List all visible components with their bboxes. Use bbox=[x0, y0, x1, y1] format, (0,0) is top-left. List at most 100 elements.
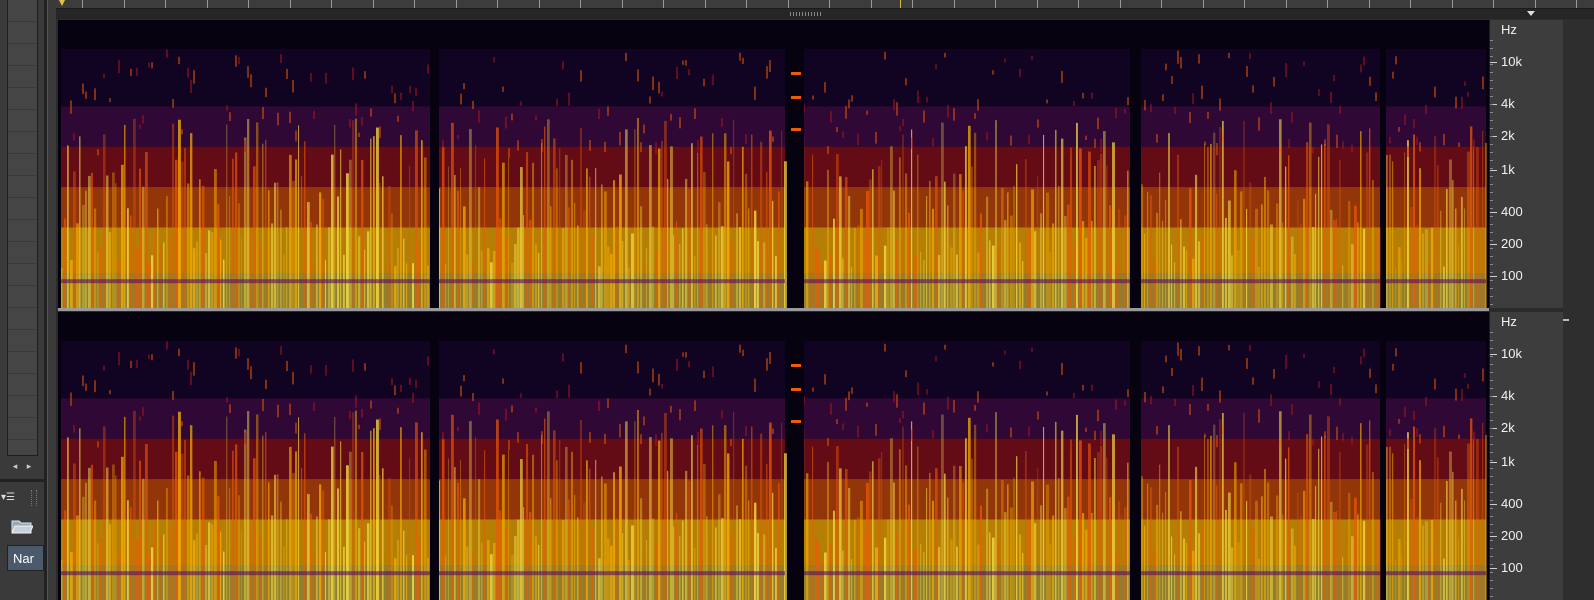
frequency-tick bbox=[1490, 536, 1497, 537]
frequency-minor-tick bbox=[1490, 240, 1493, 241]
ruler-tick bbox=[165, 0, 166, 8]
ruler-tick bbox=[1534, 0, 1536, 8]
ruler-tick bbox=[1244, 0, 1245, 8]
frequency-minor-tick bbox=[1490, 192, 1493, 193]
frequency-ruler-right[interactable]: Hz 10k 4k 2k 1k 400 200 100 bbox=[1489, 312, 1564, 600]
ruler-tick bbox=[123, 0, 125, 8]
ruler-tick bbox=[995, 0, 996, 8]
frequency-minor-tick bbox=[1490, 88, 1493, 89]
frequency-minor-tick bbox=[1490, 304, 1493, 305]
frequency-minor-tick bbox=[1490, 396, 1493, 397]
frequency-minor-tick bbox=[1490, 572, 1493, 573]
frequency-minor-tick bbox=[1490, 256, 1493, 257]
frequency-tick-label: 2k bbox=[1501, 128, 1515, 143]
frequency-minor-tick bbox=[1490, 540, 1493, 541]
ruler-tick bbox=[1078, 0, 1079, 8]
frequency-tick-label: 200 bbox=[1501, 528, 1523, 543]
ruler-tick bbox=[248, 0, 249, 8]
frequency-minor-tick bbox=[1490, 56, 1493, 57]
frequency-minor-tick bbox=[1490, 128, 1493, 129]
frequency-tick bbox=[1490, 276, 1497, 277]
frequency-unit-label: Hz bbox=[1501, 22, 1517, 37]
frequency-minor-tick bbox=[1490, 288, 1493, 289]
frequency-minor-tick bbox=[1490, 144, 1493, 145]
channel-split-marker bbox=[1563, 319, 1569, 321]
frequency-minor-tick bbox=[1490, 264, 1493, 265]
name-column-header[interactable]: Nar bbox=[7, 545, 44, 571]
frequency-tick-label: 10k bbox=[1501, 346, 1522, 361]
frequency-minor-tick bbox=[1490, 588, 1493, 589]
frequency-minor-tick bbox=[1490, 388, 1493, 389]
frequency-tick-label: 2k bbox=[1501, 420, 1515, 435]
frequency-minor-tick bbox=[1490, 436, 1493, 437]
frequency-minor-tick bbox=[1490, 364, 1493, 365]
frequency-ruler-left[interactable]: Hz 10k 4k 2k 1k 400 200 100 bbox=[1489, 20, 1564, 308]
frequency-tick bbox=[1490, 354, 1497, 355]
ruler-tick bbox=[1285, 0, 1287, 8]
panel-divider-highlight bbox=[47, 0, 48, 600]
frequency-minor-tick bbox=[1490, 596, 1493, 597]
frequency-tick-label: 400 bbox=[1501, 496, 1523, 511]
frequency-minor-tick bbox=[1490, 64, 1493, 65]
frequency-minor-tick bbox=[1490, 176, 1493, 177]
channel-separator bbox=[58, 308, 1489, 311]
scroll-left-icon[interactable]: ◂ bbox=[8, 459, 22, 473]
frequency-minor-tick bbox=[1490, 232, 1493, 233]
frequency-tick bbox=[1490, 462, 1497, 463]
frequency-minor-tick bbox=[1490, 272, 1493, 273]
frequency-minor-tick bbox=[1490, 332, 1493, 333]
frequency-minor-tick bbox=[1490, 500, 1493, 501]
frequency-minor-tick bbox=[1490, 200, 1493, 201]
timeline-ruler[interactable] bbox=[56, 0, 1594, 9]
vertical-scroll-area[interactable] bbox=[1563, 20, 1594, 600]
playhead-marker-icon[interactable] bbox=[57, 0, 67, 6]
ruler-tick bbox=[870, 0, 872, 8]
panel-separator[interactable] bbox=[0, 479, 44, 482]
scroll-right-icon[interactable]: ▸ bbox=[22, 459, 36, 473]
frequency-minor-tick bbox=[1490, 468, 1493, 469]
frequency-minor-tick bbox=[1490, 120, 1493, 121]
ruler-tick bbox=[1202, 0, 1204, 8]
frequency-tick-label: 1k bbox=[1501, 454, 1515, 469]
frequency-tick-label: 1k bbox=[1501, 162, 1515, 177]
frequency-minor-tick bbox=[1490, 296, 1493, 297]
ruler-tick bbox=[331, 0, 332, 8]
open-folder-icon[interactable] bbox=[11, 518, 34, 534]
panel-grip-handle[interactable] bbox=[31, 490, 37, 506]
frequency-minor-tick bbox=[1490, 508, 1493, 509]
frequency-tick-label: 100 bbox=[1501, 560, 1523, 575]
ruler-tick bbox=[829, 0, 830, 8]
ruler-tick bbox=[621, 0, 623, 8]
frequency-minor-tick bbox=[1490, 348, 1493, 349]
frequency-tick-label: 400 bbox=[1501, 204, 1523, 219]
frequency-minor-tick bbox=[1490, 48, 1493, 49]
frequency-minor-tick bbox=[1490, 224, 1493, 225]
frequency-minor-tick bbox=[1490, 216, 1493, 217]
frequency-minor-tick bbox=[1490, 280, 1493, 281]
frequency-tick bbox=[1490, 244, 1497, 245]
playhead-position-line bbox=[900, 0, 901, 8]
ruler-tick bbox=[497, 0, 498, 8]
ruler-tick bbox=[289, 0, 291, 8]
ruler-tick bbox=[1368, 0, 1370, 8]
chevron-down-icon[interactable] bbox=[1527, 11, 1535, 16]
zoom-navigator-grip[interactable] bbox=[790, 12, 822, 16]
spectrogram-canvas bbox=[58, 312, 1489, 600]
frequency-minor-tick bbox=[1490, 168, 1493, 169]
frequency-minor-tick bbox=[1490, 104, 1493, 105]
ruler-tick bbox=[746, 0, 747, 8]
frequency-tick bbox=[1490, 568, 1497, 569]
panel-menu-icon[interactable]: ▾☰ bbox=[1, 490, 23, 506]
spectral-channel-left[interactable] bbox=[58, 20, 1489, 308]
ruler-tick bbox=[1576, 0, 1577, 8]
ruler-tick bbox=[1327, 0, 1328, 8]
ruler-tick bbox=[953, 0, 955, 8]
frequency-minor-tick bbox=[1490, 184, 1493, 185]
ruler-tick bbox=[414, 0, 415, 8]
spectral-channel-right[interactable] bbox=[58, 312, 1489, 600]
ruler-tick bbox=[206, 0, 208, 8]
frequency-tick-label: 4k bbox=[1501, 388, 1515, 403]
zoom-navigator-bar[interactable] bbox=[56, 9, 1594, 19]
file-list[interactable] bbox=[7, 0, 38, 456]
frequency-tick-label: 200 bbox=[1501, 236, 1523, 251]
